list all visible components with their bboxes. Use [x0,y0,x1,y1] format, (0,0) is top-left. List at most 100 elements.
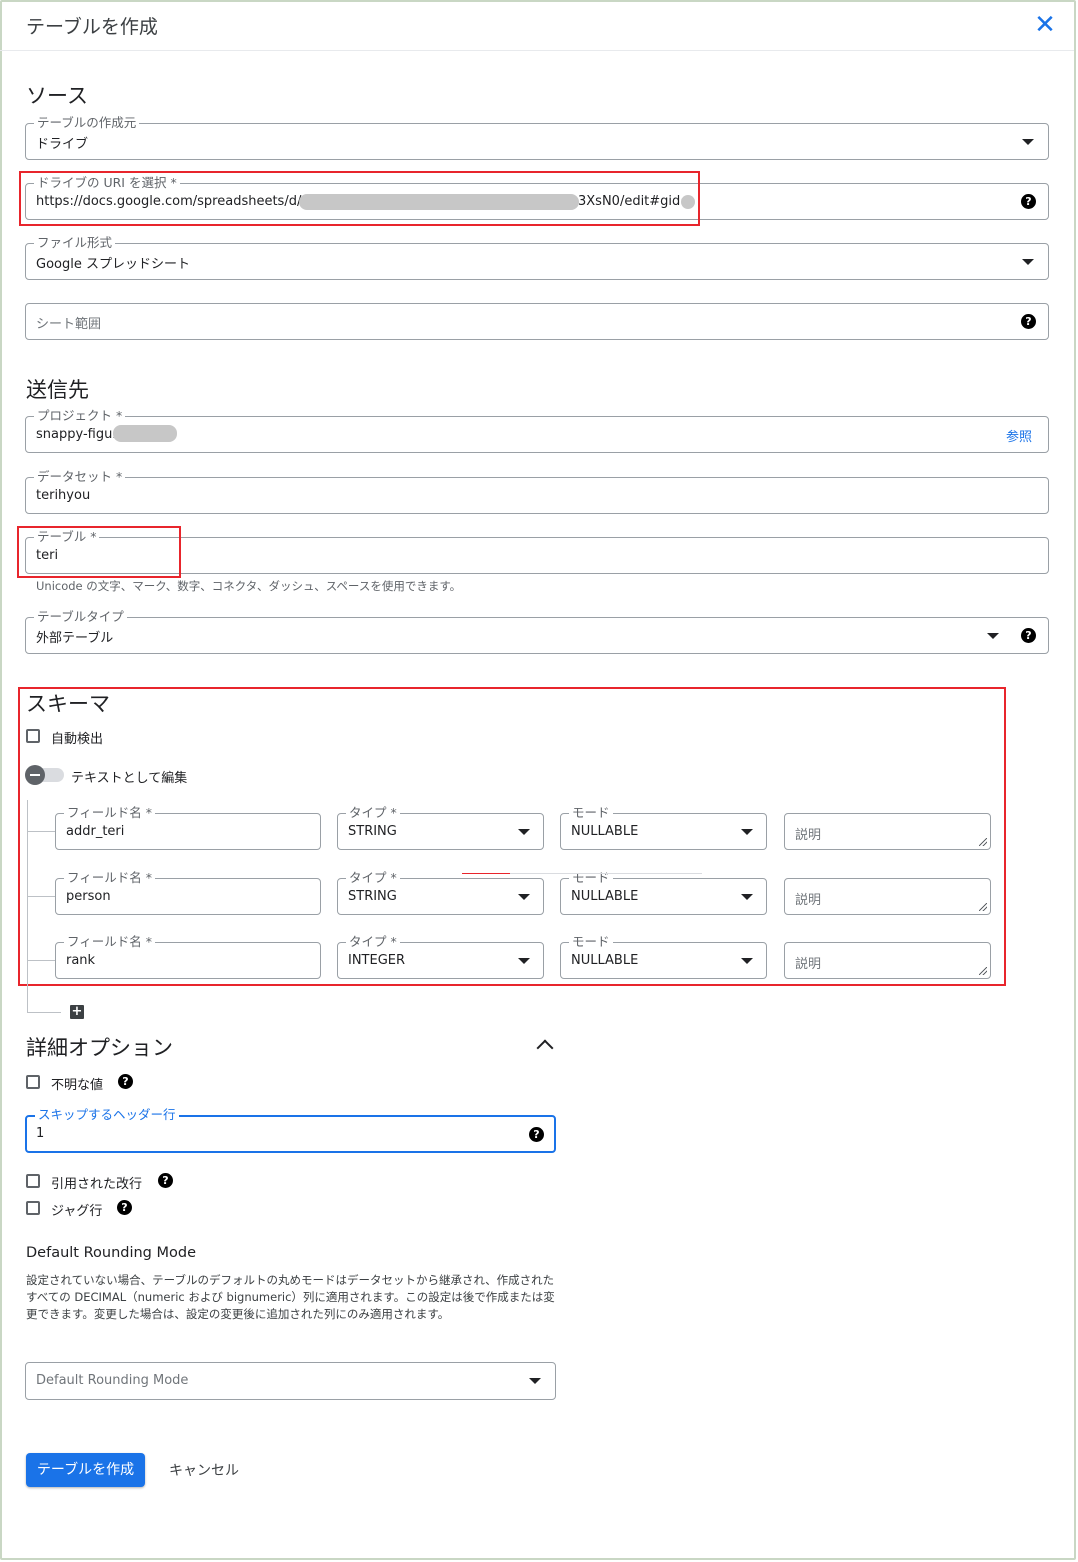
field-name-value: addr_teri [66,824,125,839]
schema-mode-select[interactable]: モード NULLABLE [560,805,767,850]
field-name-value: person [66,889,111,904]
auto-detect-checkbox[interactable] [26,729,40,743]
table-name-input[interactable]: テーブル * teri [25,529,1049,574]
schema-type-select[interactable]: タイプ * INTEGER [337,934,544,979]
header-divider [0,50,1074,51]
table-type-value: 外部テーブル [36,631,114,646]
quoted-newlines-label: 引用された改行 [51,1177,143,1192]
project-input[interactable]: プロジェクト * snappy-figure 参照 [25,408,1049,453]
browse-link[interactable]: 参照 [1006,426,1032,445]
redacted-dot [681,195,695,209]
description-placeholder: 説明 [795,957,822,972]
schema-description-input[interactable]: 説明 [784,878,991,915]
schema-tree-branch [27,960,55,961]
advanced-section-title: 詳細オプション [26,1036,173,1060]
redacted-block [113,425,177,442]
help-icon[interactable]: ? [1021,628,1036,643]
file-format-select[interactable]: ファイル形式 Google スプレッドシート [25,235,1049,280]
schema-mode-select[interactable]: モード NULLABLE [560,870,767,915]
dataset-value: terihyou [36,488,91,503]
mode-value: NULLABLE [571,953,639,968]
help-icon[interactable]: ? [529,1127,544,1142]
chevron-down-icon [987,633,999,639]
help-icon[interactable]: ? [1021,194,1036,209]
schema-mode-select[interactable]: モード NULLABLE [560,934,767,979]
dialog-title: テーブルを作成 [26,16,158,38]
table-type-label: テーブルタイプ [34,609,127,625]
description-placeholder: 説明 [795,828,822,843]
description-placeholder: 説明 [795,893,822,908]
schema-description-input[interactable]: 説明 [784,813,991,850]
resize-handle-icon[interactable] [979,967,987,975]
skip-header-rows-input[interactable]: スキップするヘッダー行 1 ? [25,1107,556,1153]
schema-tree-branch [27,896,55,897]
drive-uri-value-start: https://docs.google.com/spreadsheets/d/1… [36,194,318,209]
schema-description-input[interactable]: 説明 [784,942,991,979]
mode-label: モード [569,805,613,821]
table-name-label: テーブル * [34,529,100,545]
add-field-icon[interactable]: + [70,1005,84,1019]
create-table-button[interactable]: テーブルを作成 [26,1453,145,1487]
unknown-values-checkbox[interactable] [26,1075,40,1089]
mode-value: NULLABLE [571,824,639,839]
table-name-hint: Unicode の文字、マーク、数字、コネクタ、ダッシュ、スペースを使用できます… [36,579,462,593]
jagged-rows-checkbox[interactable] [26,1201,40,1215]
project-label: プロジェクト * [34,408,126,424]
type-value: INTEGER [348,953,406,968]
schema-tree-branch [27,831,55,832]
schema-field-name-input[interactable]: フィールド名 * addr_teri [55,805,321,850]
schema-type-select[interactable]: タイプ * STRING [337,805,544,850]
resize-handle-icon[interactable] [979,903,987,911]
table-type-select[interactable]: テーブルタイプ 外部テーブル ? [25,609,1049,654]
auto-detect-label: 自動検出 [51,732,104,747]
unknown-values-label: 不明な値 [51,1078,104,1093]
drive-uri-input[interactable]: ドライブの URI を選択 * https://docs.google.com/… [25,175,1049,220]
skip-header-rows-label: スキップするヘッダー行 [35,1107,179,1123]
rounding-description: 設定されていない場合、テーブルのデフォルトの丸めモードはデータセットから継承され… [26,1273,555,1321]
create-from-select[interactable]: テーブルの作成元 ドライブ [25,115,1049,160]
schema-field-name-input[interactable]: フィールド名 * rank [55,934,321,979]
schema-field-name-input[interactable]: フィールド名 * person [55,870,321,915]
drive-uri-value-end: 3XsN0/edit#gid= [578,194,692,209]
type-value: STRING [348,889,397,904]
dataset-input[interactable]: データセット * terihyou [25,469,1049,514]
field-name-label: フィールド名 * [64,934,155,950]
type-label: タイプ * [346,870,400,886]
type-label: タイプ * [346,805,400,821]
rounding-title: Default Rounding Mode [26,1245,197,1261]
close-icon[interactable]: ✕ [1032,12,1058,38]
destination-section-title: 送信先 [26,378,89,402]
schema-tree-branch [27,1012,61,1013]
type-value: STRING [348,824,397,839]
jagged-rows-label: ジャグ行 [51,1204,103,1219]
dataset-label: データセット * [34,469,126,485]
quoted-newlines-checkbox[interactable] [26,1174,40,1188]
chevron-down-icon [518,829,530,835]
schema-type-select[interactable]: タイプ * STRING [337,870,544,915]
chevron-down-icon [518,958,530,964]
skip-header-rows-value: 1 [36,1126,45,1141]
cancel-button[interactable]: キャンセル [169,1460,239,1480]
help-icon[interactable]: ? [118,1074,133,1089]
mode-label: モード [569,934,613,950]
help-icon[interactable]: ? [158,1173,173,1188]
redacted-block [299,194,579,210]
project-value: snappy-figure [36,427,126,442]
create-from-value: ドライブ [36,137,89,152]
help-icon[interactable]: ? [1021,314,1036,329]
sheet-range-placeholder: シート範囲 [36,317,102,332]
stray-red-line [462,873,510,874]
chevron-down-icon [741,894,753,900]
create-from-label: テーブルの作成元 [34,115,140,131]
type-label: タイプ * [346,934,400,950]
source-section-title: ソース [26,84,88,108]
resize-handle-icon[interactable] [979,838,987,846]
file-format-value: Google スプレッドシート [36,257,190,272]
help-icon[interactable]: ? [117,1200,132,1215]
toggle-thumb[interactable] [25,765,45,785]
chevron-down-icon [529,1378,541,1384]
chevron-down-icon [518,894,530,900]
sheet-range-input[interactable]: シート範囲 ? [25,303,1049,340]
edit-as-text-label: テキストとして編集 [71,771,188,786]
rounding-mode-select[interactable]: Default Rounding Mode [25,1362,556,1400]
